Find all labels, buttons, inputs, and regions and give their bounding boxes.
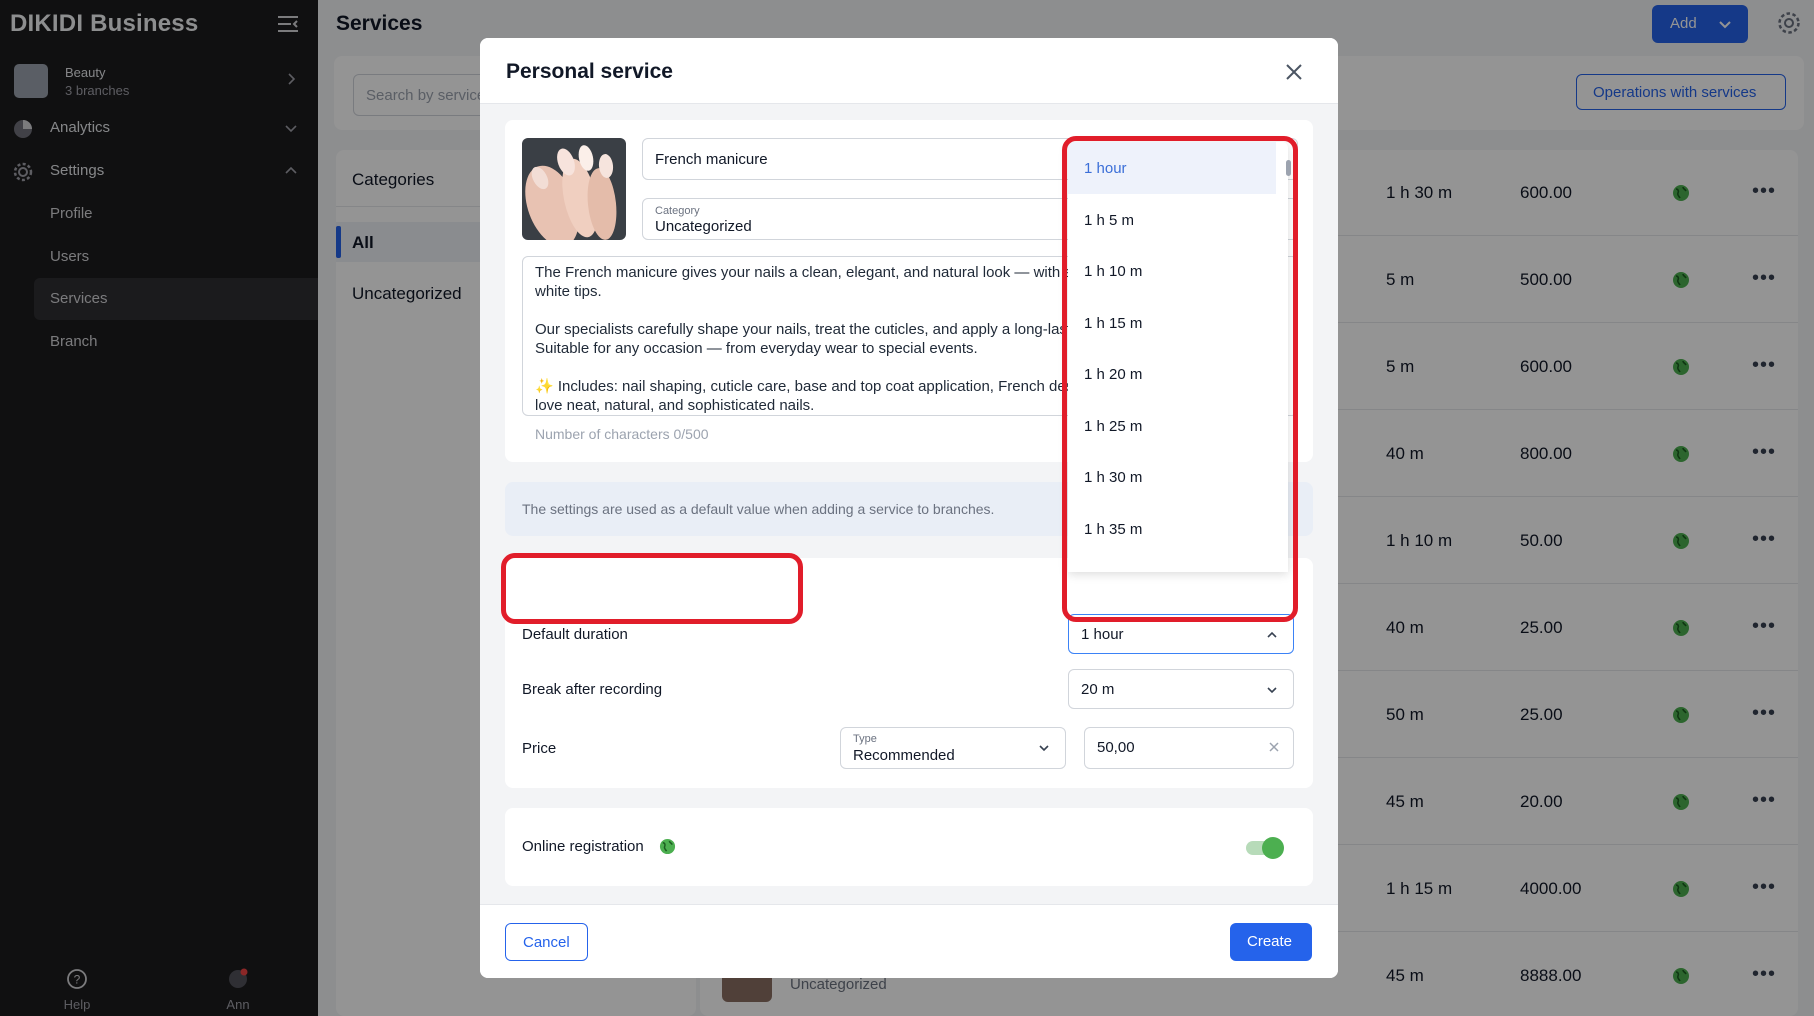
price-type-select[interactable]: Type Recommended: [840, 727, 1066, 769]
dropdown-option[interactable]: 1 h 35 m: [1068, 503, 1276, 555]
default-duration-label: Default duration: [522, 626, 628, 643]
close-icon[interactable]: [1282, 60, 1306, 84]
dropdown-option-label: 1 h 5 m: [1084, 211, 1135, 229]
price-type-label: Type: [853, 733, 877, 745]
dropdown-option-label: 1 hour: [1084, 160, 1127, 177]
manicure-photo-image: [522, 138, 626, 240]
info-text: The settings are used as a default value…: [522, 501, 995, 517]
dropdown-option-label: 1 h 30 m: [1084, 469, 1143, 486]
dropdown-option[interactable]: 1 h 10 m: [1068, 245, 1276, 297]
break-label: Break after recording: [522, 681, 663, 698]
online-registration-toggle[interactable]: [1246, 837, 1284, 859]
modal-title: Personal service: [506, 60, 673, 83]
chevron-up-icon: [1267, 631, 1277, 638]
create-label: Create: [1247, 933, 1293, 950]
cancel-label: Cancel: [523, 934, 570, 951]
dropdown-option[interactable]: 1 h 5 m: [1068, 194, 1276, 246]
dropdown-option[interactable]: 1 h 30 m: [1068, 451, 1276, 503]
modal-header: Personal service: [480, 38, 1338, 104]
default-duration-value: 1 hour: [1081, 626, 1124, 643]
clear-icon[interactable]: [1267, 740, 1281, 754]
dropdown-option[interactable]: 1 h 25 m: [1068, 400, 1276, 452]
price-type-value: Recommended: [853, 747, 955, 764]
create-button[interactable]: Create: [1230, 923, 1312, 961]
modal-footer: Cancel Create: [480, 904, 1338, 978]
online-registration-card: Online registration: [505, 808, 1313, 886]
dropdown-option-label: 1 h 20 m: [1084, 366, 1143, 383]
break-value: 20 m: [1081, 681, 1115, 698]
dropdown-option-label: 1 h 10 m: [1084, 263, 1143, 280]
duration-dropdown: 1 hour 1 h 5 m 1 h 10 m 1 h 15 m 1 h 20 m 1 h…: [1068, 142, 1288, 572]
dropdown-option[interactable]: 1 hour: [1068, 142, 1276, 194]
cancel-button[interactable]: Cancel: [505, 923, 588, 961]
price-label: Price: [522, 740, 557, 757]
character-counter: Number of characters 0/500: [535, 426, 709, 442]
break-select[interactable]: 20 m: [1068, 669, 1294, 709]
dropdown-scrollbar[interactable]: [1286, 160, 1291, 176]
dropdown-option-label: 1 h 35 m: [1084, 520, 1143, 538]
dropdown-option-label: 1 h 15 m: [1084, 314, 1143, 332]
dropdown-option[interactable]: 1 h 20 m: [1068, 348, 1276, 400]
globe-icon: [659, 838, 676, 855]
chevron-down-icon: [1039, 745, 1049, 752]
default-duration-select[interactable]: 1 hour: [1068, 614, 1294, 654]
toggle-knob: [1262, 837, 1284, 859]
dropdown-option[interactable]: 1 h 15 m: [1068, 297, 1276, 349]
dropdown-option-label: 1 h 25 m: [1084, 417, 1143, 435]
service-photo[interactable]: [522, 138, 626, 240]
chevron-down-icon: [1267, 687, 1277, 694]
online-registration-label: Online registration: [522, 838, 644, 855]
service-name-value: French manicure: [655, 151, 768, 168]
category-field-value: Uncategorized: [655, 218, 752, 235]
price-card: Price Type Recommended 50,00: [505, 710, 1313, 788]
price-input[interactable]: 50,00: [1084, 727, 1294, 769]
category-field-label: Category: [655, 205, 700, 217]
price-value: 50,00: [1097, 739, 1135, 756]
duration-card: Default duration 1 hour Break after reco…: [505, 558, 1313, 728]
